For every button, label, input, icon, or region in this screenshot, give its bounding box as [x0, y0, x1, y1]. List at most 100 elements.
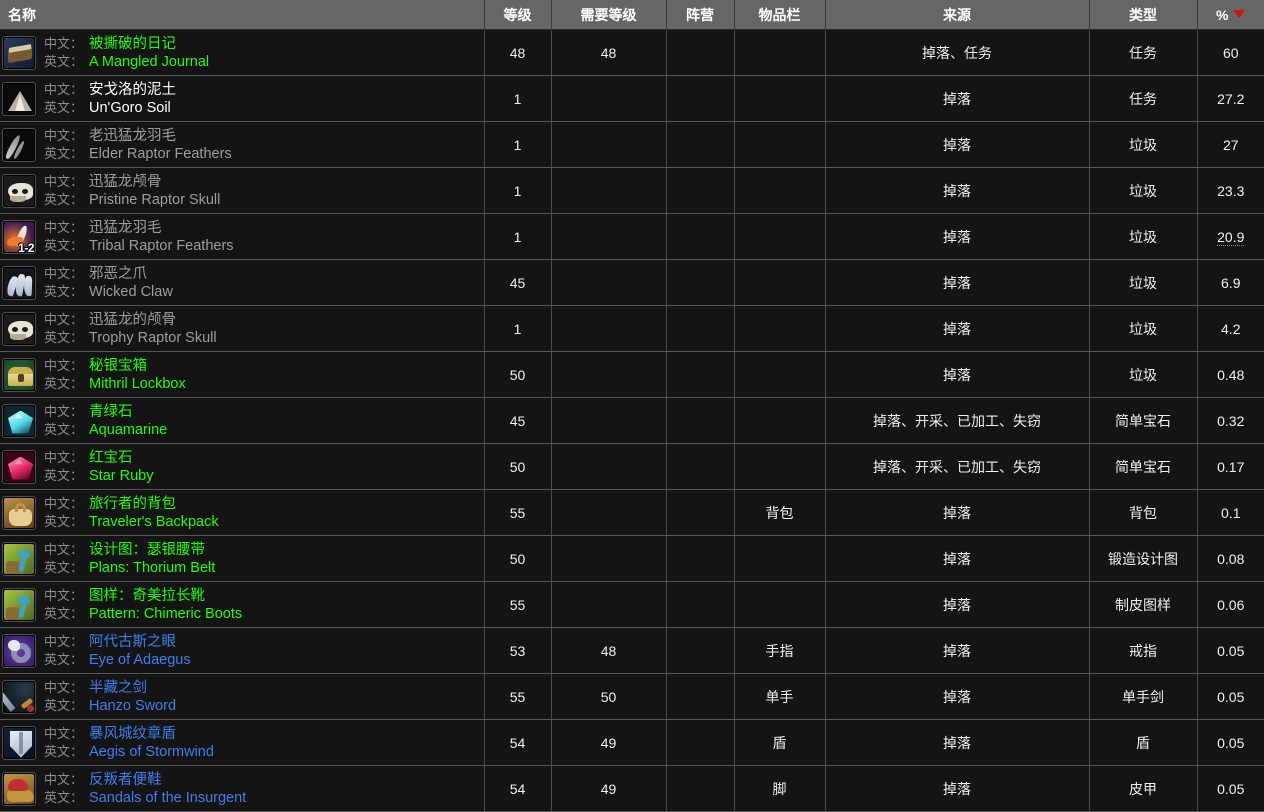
item-link-en[interactable]: A Mangled Journal	[89, 53, 209, 71]
icon-soil-pile[interactable]	[2, 81, 36, 116]
table-row[interactable]: 中文： 暴风城纹章盾 英文： Aegis of Stormwind 54 49 盾掉落盾 0.…	[0, 719, 1264, 766]
table-row[interactable]: 中文： 青绿石 英文： Aquamarine 45 掉落、开采、已加工、失窃 简单宝石 0.3…	[0, 397, 1264, 444]
table-row[interactable]: 中文： 红宝石 英文： Star Ruby 50 掉落、开采、已加工、失窃 简单宝石 0.17	[0, 443, 1264, 490]
cell-item-name[interactable]: 中文： 暴风城纹章盾 英文： Aegis of Stormwind	[0, 719, 485, 766]
item-link-zh[interactable]: 红宝石	[89, 449, 133, 467]
column-header-percent[interactable]: %	[1197, 0, 1264, 30]
cell-item-name[interactable]: 中文： 设计图：瑟银腰带 英文： Plans: Thorium Belt	[0, 535, 485, 582]
cell-item-name[interactable]: 中文： 红宝石 英文： Star Ruby	[0, 443, 485, 490]
item-link-en[interactable]: Mithril Lockbox	[89, 375, 186, 393]
table-row[interactable]: 中文： 邪恶之爪 英文： Wicked Claw 45 掉落 垃圾 6.9	[0, 259, 1264, 306]
cell-item-name[interactable]: 中文： 邪恶之爪 英文： Wicked Claw	[0, 259, 485, 306]
cell-item-name[interactable]: 中文： 阿代古斯之眼 英文： Eye of Adaegus	[0, 627, 485, 674]
cell-type: 单手剑	[1089, 673, 1198, 720]
item-link-en[interactable]: Hanzo Sword	[89, 697, 176, 715]
icon-sandals[interactable]	[2, 771, 36, 806]
cell-source: 掉落	[825, 627, 1090, 674]
icon-gem-aquamarine[interactable]	[2, 403, 36, 438]
column-header-req-level[interactable]: 需要等级	[551, 0, 667, 30]
icon-pattern-scroll[interactable]	[2, 587, 36, 622]
item-link-en[interactable]: Traveler's Backpack	[89, 513, 219, 531]
column-header-slot[interactable]: 物品栏	[734, 0, 826, 30]
item-link-zh[interactable]: 迅猛龙羽毛	[89, 219, 162, 237]
cell-item-name[interactable]: 中文： 青绿石 英文： Aquamarine	[0, 397, 485, 444]
column-header-source[interactable]: 来源	[825, 0, 1090, 30]
item-link-en[interactable]: Pristine Raptor Skull	[89, 191, 220, 209]
item-link-zh[interactable]: 设计图：瑟银腰带	[89, 541, 205, 559]
cell-faction	[666, 351, 735, 398]
table-row[interactable]: 中文： 迅猛龙颅骨 英文： Pristine Raptor Skull 1 掉落 垃圾 23.…	[0, 167, 1264, 214]
cell-item-name[interactable]: 中文： 被撕破的日记 英文： A Mangled Journal	[0, 29, 485, 76]
item-link-en[interactable]: Aegis of Stormwind	[89, 743, 214, 761]
cell-item-name[interactable]: 1-2 中文： 迅猛龙羽毛 英文： Tribal Raptor Feathers	[0, 213, 485, 260]
table-row[interactable]: 中文： 阿代古斯之眼 英文： Eye of Adaegus 53 48 手指 掉落 戒指 0.05	[0, 627, 1264, 674]
table-row[interactable]: 中文： 安戈洛的泥土 英文： Un'Goro Soil 1 掉落 任务 27.2	[0, 75, 1264, 122]
table-row[interactable]: 中文： 迅猛龙的颅骨 英文： Trophy Raptor Skull 1 掉落 垃圾 4.2	[0, 305, 1264, 352]
label-english: 英文：	[44, 329, 84, 345]
table-row[interactable]: 中文： 设计图：瑟银腰带 英文： Plans: Thorium Belt 50 掉落 锻造设…	[0, 535, 1264, 582]
item-link-en[interactable]: Trophy Raptor Skull	[89, 329, 217, 347]
item-link-en[interactable]: Plans: Thorium Belt	[89, 559, 215, 577]
icon-backpack[interactable]	[2, 495, 36, 530]
icon-feather-tribal[interactable]: 1-2	[2, 219, 36, 254]
icon-raptor-skull[interactable]	[2, 173, 36, 208]
item-link-zh[interactable]: 反叛者便鞋	[89, 771, 162, 789]
item-link-en[interactable]: Aquamarine	[89, 421, 167, 439]
icon-book-journal[interactable]	[2, 35, 36, 70]
cell-item-name[interactable]: 中文： 半藏之剑 英文： Hanzo Sword	[0, 673, 485, 720]
icon-claw[interactable]	[2, 265, 36, 300]
table-row[interactable]: 1-2 中文： 迅猛龙羽毛 英文： Tribal Raptor Feathers 1 掉落垃…	[0, 213, 1264, 260]
table-row[interactable]: 中文： 被撕破的日记 英文： A Mangled Journal 48 48 掉落、任务 任务…	[0, 29, 1264, 76]
icon-raptor-skull-trophy[interactable]	[2, 311, 36, 346]
item-link-zh[interactable]: 阿代古斯之眼	[89, 633, 176, 651]
item-link-en[interactable]: Elder Raptor Feathers	[89, 145, 232, 163]
item-link-en[interactable]: Wicked Claw	[89, 283, 173, 301]
item-link-en[interactable]: Pattern: Chimeric Boots	[89, 605, 242, 623]
cell-item-name[interactable]: 中文： 迅猛龙的颅骨 英文： Trophy Raptor Skull	[0, 305, 485, 352]
label-chinese: 中文：	[44, 35, 84, 51]
item-link-zh[interactable]: 老迅猛龙羽毛	[89, 127, 176, 145]
icon-plans-scroll[interactable]	[2, 541, 36, 576]
table-row[interactable]: 中文： 图样：奇美拉长靴 英文： Pattern: Chimeric Boots 55 掉…	[0, 581, 1264, 628]
cell-item-name[interactable]: 中文： 老迅猛龙羽毛 英文： Elder Raptor Feathers	[0, 121, 485, 168]
item-link-en[interactable]: Un'Goro Soil	[89, 99, 171, 117]
icon-lockbox[interactable]	[2, 357, 36, 392]
item-link-zh[interactable]: 迅猛龙颅骨	[89, 173, 162, 191]
item-link-en[interactable]: Star Ruby	[89, 467, 153, 485]
cell-item-name[interactable]: 中文： 旅行者的背包 英文： Traveler's Backpack	[0, 489, 485, 536]
table-row[interactable]: 中文： 旅行者的背包 英文： Traveler's Backpack 55 背包 掉落 背包 0…	[0, 489, 1264, 536]
item-name-zh-line: 中文： 红宝石	[44, 449, 154, 467]
item-link-zh[interactable]: 旅行者的背包	[89, 495, 176, 513]
icon-sword[interactable]	[2, 679, 36, 714]
table-row[interactable]: 中文： 半藏之剑 英文： Hanzo Sword 55 50 单手 掉落 单手剑 0.05	[0, 673, 1264, 720]
item-link-zh[interactable]: 图样：奇美拉长靴	[89, 587, 205, 605]
table-row[interactable]: 中文： 秘银宝箱 英文： Mithril Lockbox 50 掉落 垃圾 0.48	[0, 351, 1264, 398]
column-header-faction[interactable]: 阵营	[666, 0, 735, 30]
icon-shield[interactable]	[2, 725, 36, 760]
cell-item-name[interactable]: 中文： 反叛者便鞋 英文： Sandals of the Insurgent	[0, 765, 485, 812]
cell-item-name[interactable]: 中文： 秘银宝箱 英文： Mithril Lockbox	[0, 351, 485, 398]
column-header-level[interactable]: 等级	[484, 0, 552, 30]
cell-type: 垃圾	[1089, 167, 1198, 214]
cell-item-name[interactable]: 中文： 安戈洛的泥土 英文： Un'Goro Soil	[0, 75, 485, 122]
cell-item-name[interactable]: 中文： 图样：奇美拉长靴 英文： Pattern: Chimeric Boots	[0, 581, 485, 628]
icon-feather-dark[interactable]	[2, 127, 36, 162]
item-link-en[interactable]: Eye of Adaegus	[89, 651, 191, 669]
item-link-zh[interactable]: 秘银宝箱	[89, 357, 147, 375]
table-row[interactable]: 中文： 反叛者便鞋 英文： Sandals of the Insurgent 54 49 脚…	[0, 765, 1264, 812]
item-link-zh[interactable]: 暴风城纹章盾	[89, 725, 176, 743]
item-link-zh[interactable]: 安戈洛的泥土	[89, 81, 176, 99]
item-link-zh[interactable]: 被撕破的日记	[89, 35, 176, 53]
icon-ring[interactable]	[2, 633, 36, 668]
item-link-zh[interactable]: 青绿石	[89, 403, 133, 421]
cell-item-name[interactable]: 中文： 迅猛龙颅骨 英文： Pristine Raptor Skull	[0, 167, 485, 214]
item-link-zh[interactable]: 邪恶之爪	[89, 265, 147, 283]
table-row[interactable]: 中文： 老迅猛龙羽毛 英文： Elder Raptor Feathers 1 掉落 垃圾 27	[0, 121, 1264, 168]
column-header-type[interactable]: 类型	[1089, 0, 1198, 30]
icon-gem-star-ruby[interactable]	[2, 449, 36, 484]
item-link-en[interactable]: Tribal Raptor Feathers	[89, 237, 234, 255]
item-link-zh[interactable]: 半藏之剑	[89, 679, 147, 697]
item-link-zh[interactable]: 迅猛龙的颅骨	[89, 311, 176, 329]
label-chinese: 中文：	[44, 679, 84, 695]
column-header-name[interactable]: 名称	[0, 0, 485, 30]
